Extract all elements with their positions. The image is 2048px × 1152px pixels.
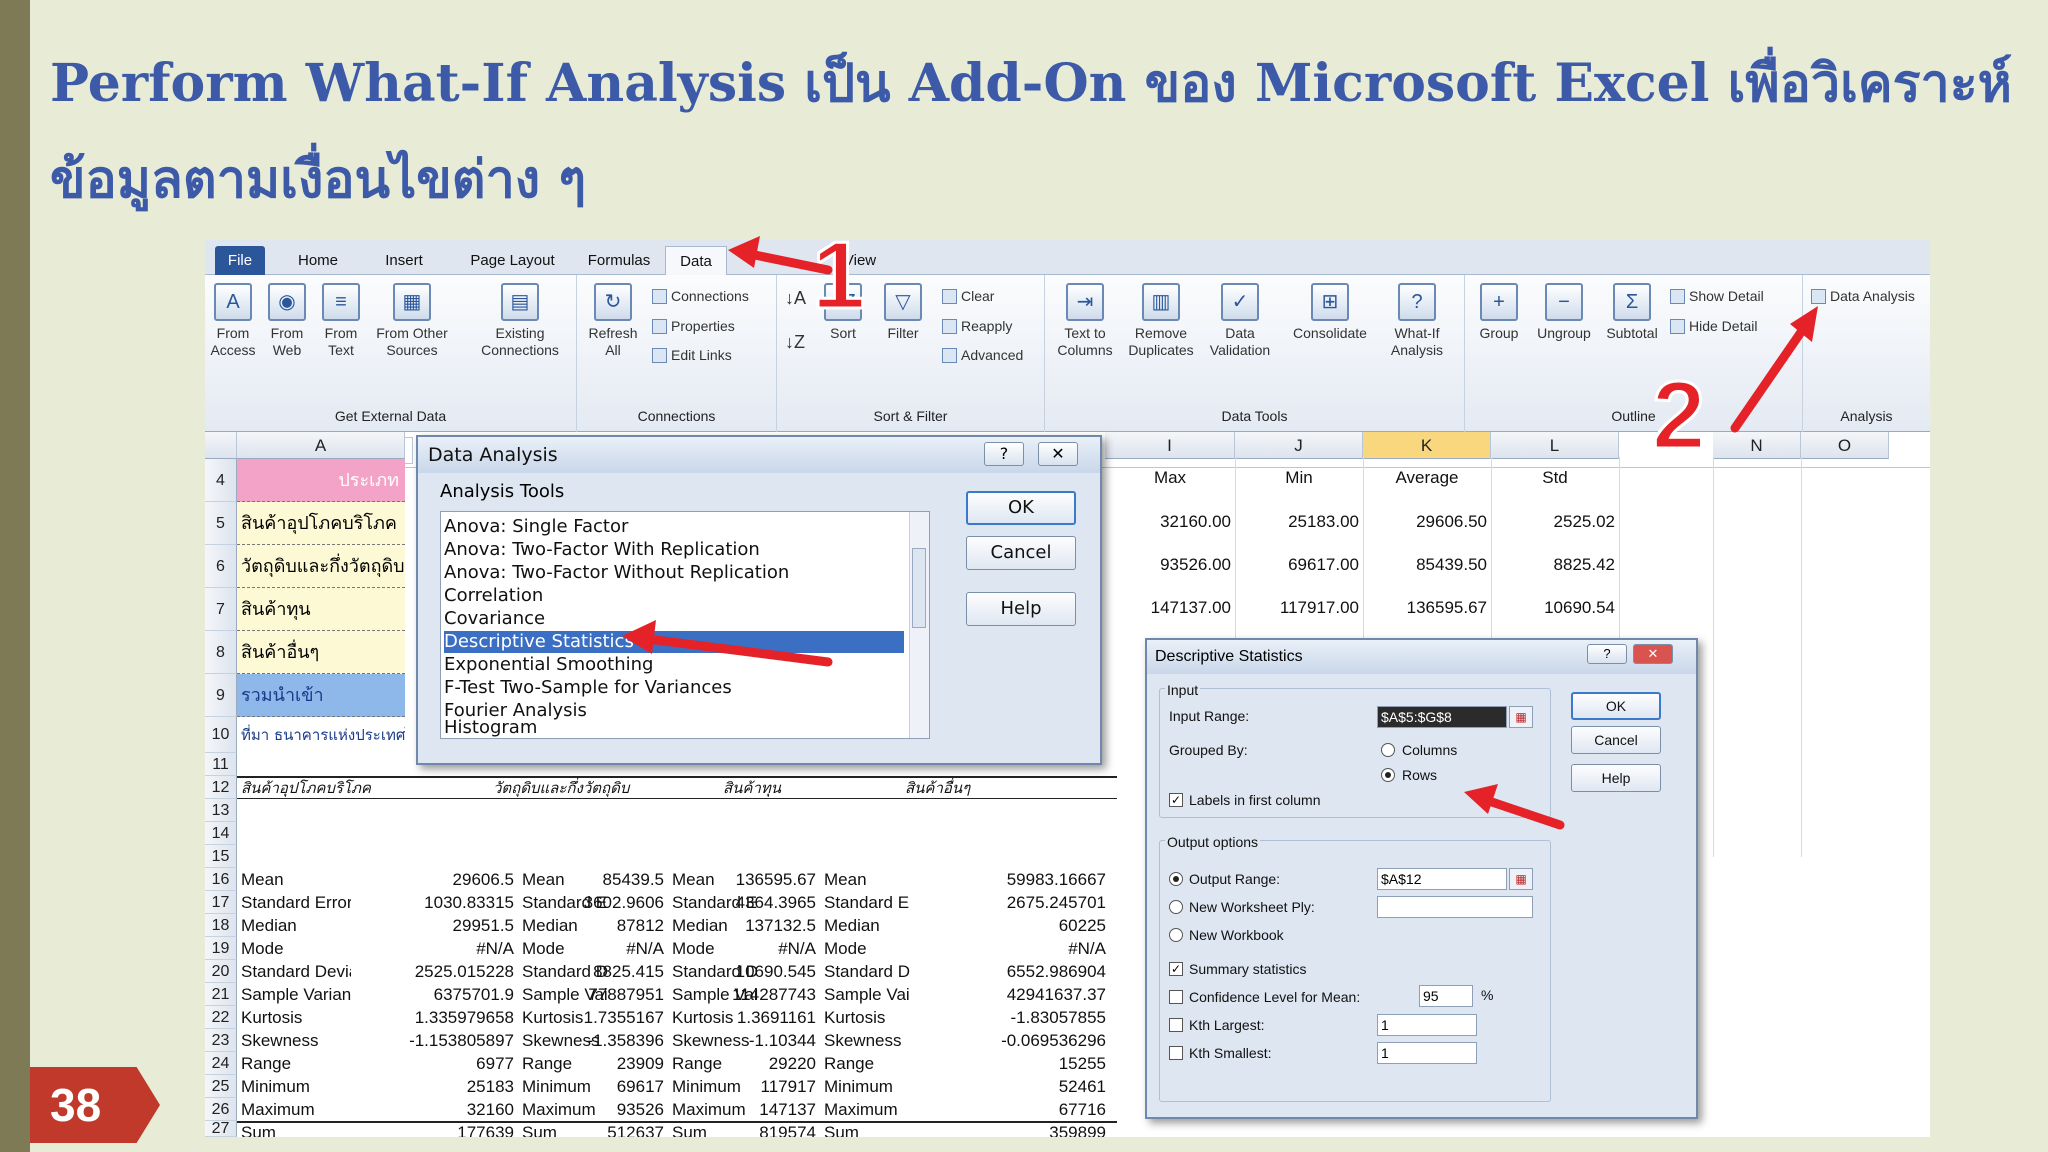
arrowhead-4 xyxy=(1464,784,1498,814)
arrow-1 xyxy=(740,248,833,275)
annotation-arrows xyxy=(622,236,1818,830)
arrow-3 xyxy=(635,633,833,667)
page-number-badge: 38 xyxy=(30,1067,160,1143)
arrowhead-3 xyxy=(622,620,656,654)
arrow-4 xyxy=(1475,793,1565,830)
arrow-2 xyxy=(1730,317,1813,433)
arrowhead-1 xyxy=(728,236,760,268)
